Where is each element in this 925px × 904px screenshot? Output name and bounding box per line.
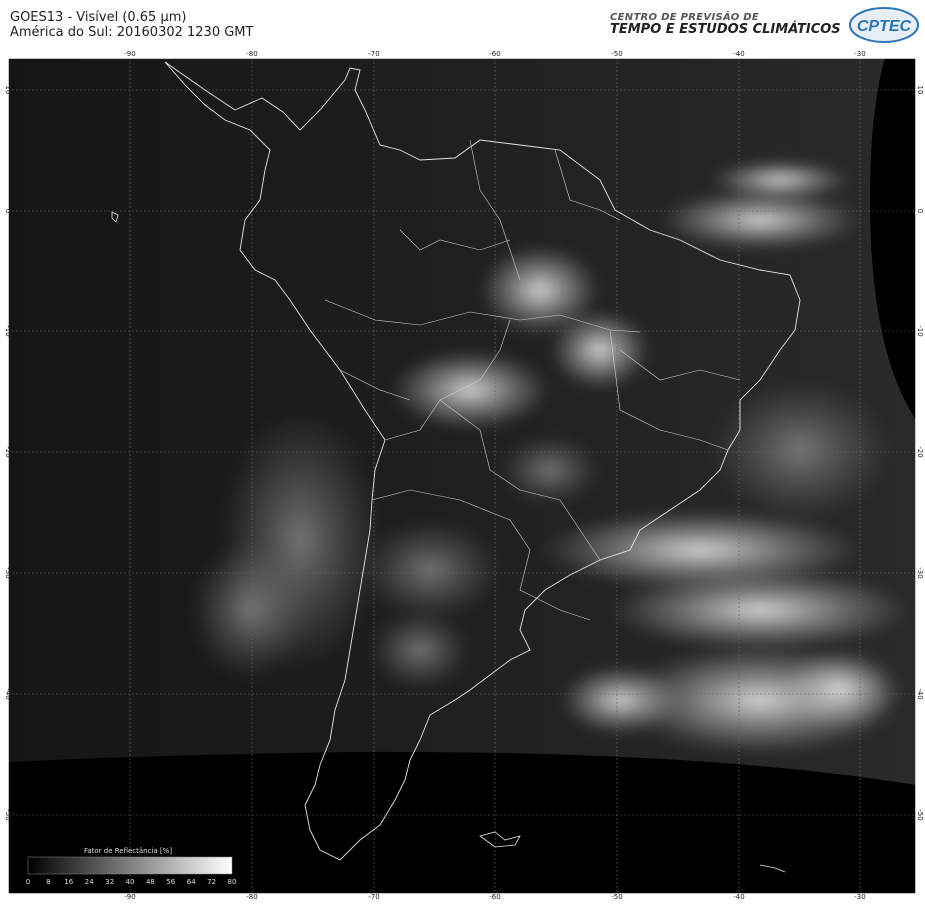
lon-label: -70 bbox=[368, 50, 379, 58]
lon-label: -30 bbox=[854, 50, 865, 58]
lat-label: -50 bbox=[4, 809, 12, 820]
lat-label: 10 bbox=[4, 86, 12, 95]
lon-label: -30 bbox=[854, 893, 865, 900]
lon-label: -80 bbox=[246, 893, 257, 900]
lat-label: -10 bbox=[4, 325, 12, 336]
cptec-logo: CPTEC bbox=[849, 7, 919, 43]
lon-label: -50 bbox=[611, 893, 622, 900]
colorbar-tick: 24 bbox=[85, 878, 94, 886]
lat-label: -20 bbox=[4, 446, 12, 457]
lat-label: -20 bbox=[916, 446, 924, 457]
lat-label: -50 bbox=[916, 809, 924, 820]
colorbar-title: Fator de Reflectância [%] bbox=[84, 847, 172, 855]
lon-label: -40 bbox=[733, 893, 744, 900]
logo-text: CPTEC bbox=[857, 18, 912, 35]
lat-label: 10 bbox=[916, 86, 924, 95]
lat-label: 0 bbox=[4, 209, 12, 213]
lon-labels-top: -90 -80 -70 -60 -50 -40 -30 bbox=[124, 50, 865, 58]
colorbar-tick: 56 bbox=[166, 878, 175, 886]
lon-label: -90 bbox=[124, 50, 135, 58]
colorbar-gradient bbox=[27, 856, 233, 875]
lat-labels-right: 10 0 -10 -20 -30 -40 -50 bbox=[916, 86, 924, 821]
lat-label: 0 bbox=[916, 209, 924, 213]
colorbar-tick: 8 bbox=[46, 878, 50, 886]
lon-label: -50 bbox=[611, 50, 622, 58]
lat-label: -40 bbox=[4, 688, 12, 699]
lat-label: -40 bbox=[916, 688, 924, 699]
org-name-line2: TEMPO E ESTUDOS CLIMÁTICOS bbox=[610, 22, 841, 37]
lon-label: -80 bbox=[246, 50, 257, 58]
colorbar-tick: 48 bbox=[146, 878, 155, 886]
colorbar-tick: 16 bbox=[64, 878, 73, 886]
satellite-map: -90 -80 -70 -60 -50 -40 -30 -90 -80 -70 … bbox=[0, 50, 925, 901]
header: GOES13 - Visível (0.65 µm) América do Su… bbox=[0, 0, 925, 50]
lat-label: -30 bbox=[4, 567, 12, 578]
lat-label: -10 bbox=[916, 325, 924, 336]
colorbar-tick: 80 bbox=[228, 878, 237, 886]
product-title: GOES13 - Visível (0.65 µm) bbox=[10, 10, 187, 25]
lon-label: -60 bbox=[489, 893, 500, 900]
colorbar-tick: 72 bbox=[207, 878, 216, 886]
colorbar-tick: 64 bbox=[187, 878, 196, 886]
colorbar-tick: 0 bbox=[26, 878, 30, 886]
region-datetime: América do Sul: 20160302 1230 GMT bbox=[10, 25, 254, 40]
colorbar-tick: 40 bbox=[126, 878, 135, 886]
lat-label: -30 bbox=[916, 567, 924, 578]
lon-label: -40 bbox=[733, 50, 744, 58]
lon-label: -60 bbox=[489, 50, 500, 58]
lon-label: -90 bbox=[124, 893, 135, 900]
lon-label: -70 bbox=[368, 893, 379, 900]
colorbar-tick: 32 bbox=[105, 878, 114, 886]
